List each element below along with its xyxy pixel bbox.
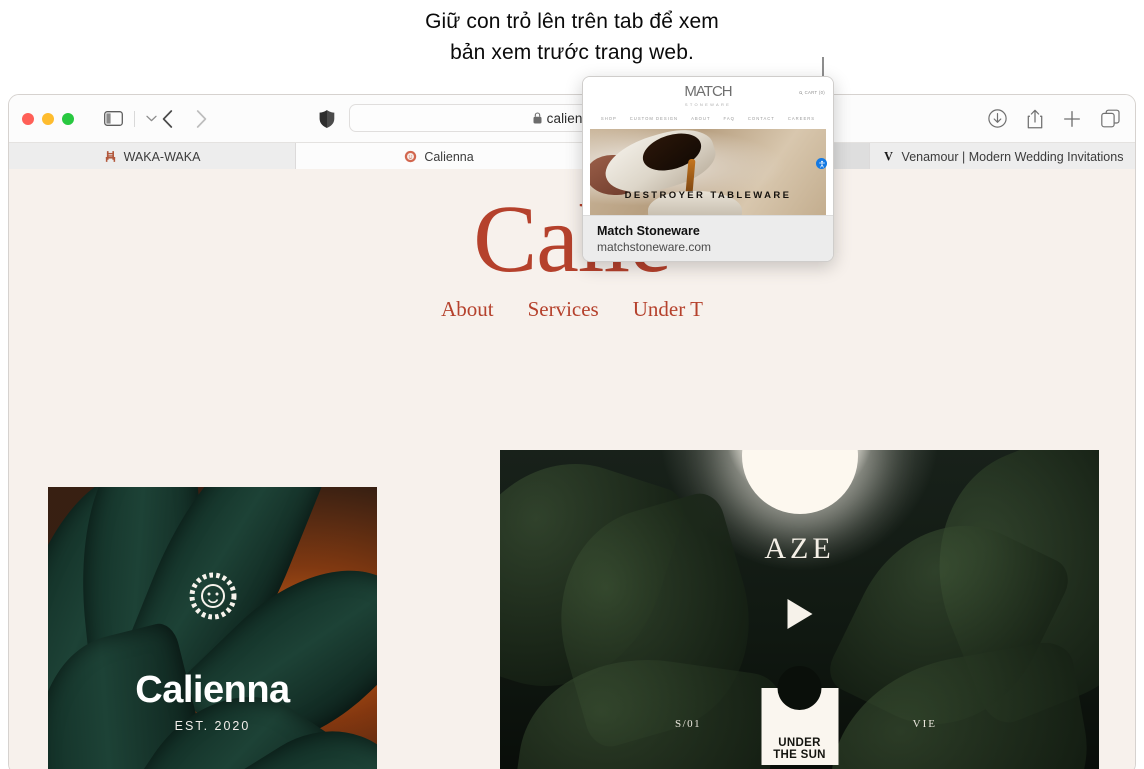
tab-title: WAKA-WAKA: [123, 149, 201, 164]
preview-site-nav: SHOP CUSTOM DESIGN ABOUT FAQ CONTACT CAR…: [583, 116, 833, 121]
new-tab-button[interactable]: [1063, 110, 1081, 128]
tab-preview-popup[interactable]: MATCH STONEWARE CART (0) SHOP CUSTOM DES…: [582, 76, 834, 262]
preview-nav-careers: CAREERS: [787, 116, 816, 121]
tab-title: Venamour | Modern Wedding Invitations: [901, 149, 1124, 164]
site-nav-item-services[interactable]: Services: [528, 297, 599, 322]
chevron-right-icon: [196, 109, 207, 128]
toolbar-divider: [134, 110, 135, 127]
preview-logo-subtext: STONEWARE: [684, 102, 732, 107]
preview-cart-label: CART (0): [804, 90, 825, 95]
video-right-tag: VIE: [912, 718, 937, 730]
play-button[interactable]: [787, 599, 812, 629]
v-icon: V: [884, 150, 893, 163]
shield-icon: [319, 109, 335, 128]
moon-shape: [741, 450, 858, 514]
navigation-buttons: [162, 109, 207, 128]
site-nav-item-about[interactable]: About: [441, 297, 494, 322]
svg-text:V: V: [884, 150, 893, 163]
tab-bar: WAKA-WAKA Calienna V Venamour | Modern W…: [9, 142, 1135, 170]
toolbar-right-buttons: [988, 109, 1120, 129]
preview-cart: CART (0): [798, 90, 825, 95]
page-title: Calie: [473, 185, 672, 292]
under-the-sun-badge: UNDER THE SUN: [761, 688, 838, 765]
preview-logo-text: MATCH: [684, 83, 732, 100]
tab-overview-icon: [1101, 109, 1120, 128]
tab-overview-button[interactable]: [1101, 109, 1120, 128]
hero-established: EST. 2020: [174, 719, 251, 733]
minimize-window-button[interactable]: [42, 112, 54, 125]
sidebar-menu-chevron-button[interactable]: [146, 115, 157, 122]
back-button[interactable]: [162, 109, 173, 128]
tab-preview-title: Match Stoneware: [597, 224, 700, 238]
chair-icon: [105, 151, 115, 162]
callout-line-1: Giữ con trỏ lên trên tab để xem: [425, 10, 719, 33]
video-brand-title: AZE: [764, 532, 835, 565]
sidebar-icon: [104, 111, 123, 126]
sidebar-toggle-button[interactable]: [104, 111, 123, 126]
tab-calienna[interactable]: Calienna: [296, 143, 583, 170]
preview-nav-shop: SHOP: [600, 116, 617, 121]
tab-label-group: Calienna: [404, 149, 474, 164]
badge-line-2: THE SUN: [773, 749, 826, 761]
chevron-left-icon: [162, 109, 173, 128]
share-button[interactable]: [1027, 109, 1043, 129]
lock-icon: [533, 112, 542, 124]
badge-line-1: UNDER: [778, 737, 821, 749]
site-nav-item-under-the-sun[interactable]: Under T: [633, 297, 703, 322]
callout-line-2: bản xem trước trang web.: [450, 41, 694, 64]
zoom-window-button[interactable]: [62, 112, 74, 125]
tab-preview-thumbnail: MATCH STONEWARE CART (0) SHOP CUSTOM DES…: [583, 77, 833, 217]
video-left-tag: S/01: [675, 718, 702, 730]
close-window-button[interactable]: [22, 112, 34, 125]
hero-card-calienna[interactable]: Calienna EST. 2020: [48, 487, 377, 769]
tab-preview-url: matchstoneware.com: [597, 240, 712, 254]
share-icon: [1027, 109, 1043, 128]
tab-title: Calienna: [424, 149, 474, 164]
web-page-content: Calie About Services Under T Calienna ES…: [9, 169, 1135, 769]
accessibility-icon[interactable]: [816, 158, 827, 169]
preview-nav-about: ABOUT: [691, 116, 711, 121]
preview-nav-faq: FAQ: [723, 116, 735, 121]
forward-button[interactable]: [196, 109, 207, 128]
hero-video-card[interactable]: AZE S/01 VIE UNDER THE SUN: [500, 450, 1099, 769]
plus-icon: [1064, 110, 1080, 127]
tab-waka-waka[interactable]: WAKA-WAKA: [9, 143, 296, 170]
downloads-button[interactable]: [988, 109, 1007, 128]
tab-preview-info: Match Stoneware matchstoneware.com: [583, 215, 833, 261]
badge-arc-shape: [761, 688, 838, 732]
tab-label-group: WAKA-WAKA: [104, 149, 201, 164]
safari-window: calienna.com: [8, 94, 1136, 769]
tab-label-group: V Venamour | Modern Wedding Invitations: [882, 150, 1124, 164]
search-icon: [798, 90, 803, 95]
callout-text: Giữ con trỏ lên trên tab để xem bản xem …: [0, 6, 1144, 68]
hero-wordmark: Calienna: [135, 669, 290, 711]
download-icon: [988, 109, 1007, 128]
sun-face-icon: [189, 572, 236, 620]
screenshot-root: Giữ con trỏ lên trên tab để xem bản xem …: [0, 0, 1144, 769]
browser-toolbar: calienna.com: [9, 95, 1135, 142]
preview-nav-custom-design: CUSTOM DESIGN: [629, 116, 679, 121]
preview-hero-image: DESTROYER TABLEWARE: [590, 129, 826, 217]
chevron-down-icon: [146, 115, 157, 122]
tab-venamour[interactable]: V Venamour | Modern Wedding Invitations: [870, 143, 1135, 170]
sun-icon: [405, 150, 417, 163]
window-controls: [22, 112, 74, 125]
privacy-report-button[interactable]: [319, 109, 335, 128]
site-navigation: About Services Under T: [9, 297, 1135, 322]
preview-hero-caption: DESTROYER TABLEWARE: [624, 190, 792, 201]
accessibility-person-icon: [818, 160, 825, 168]
preview-nav-contact: CONTACT: [747, 116, 775, 121]
preview-site-logo: MATCH STONEWARE: [684, 83, 732, 107]
